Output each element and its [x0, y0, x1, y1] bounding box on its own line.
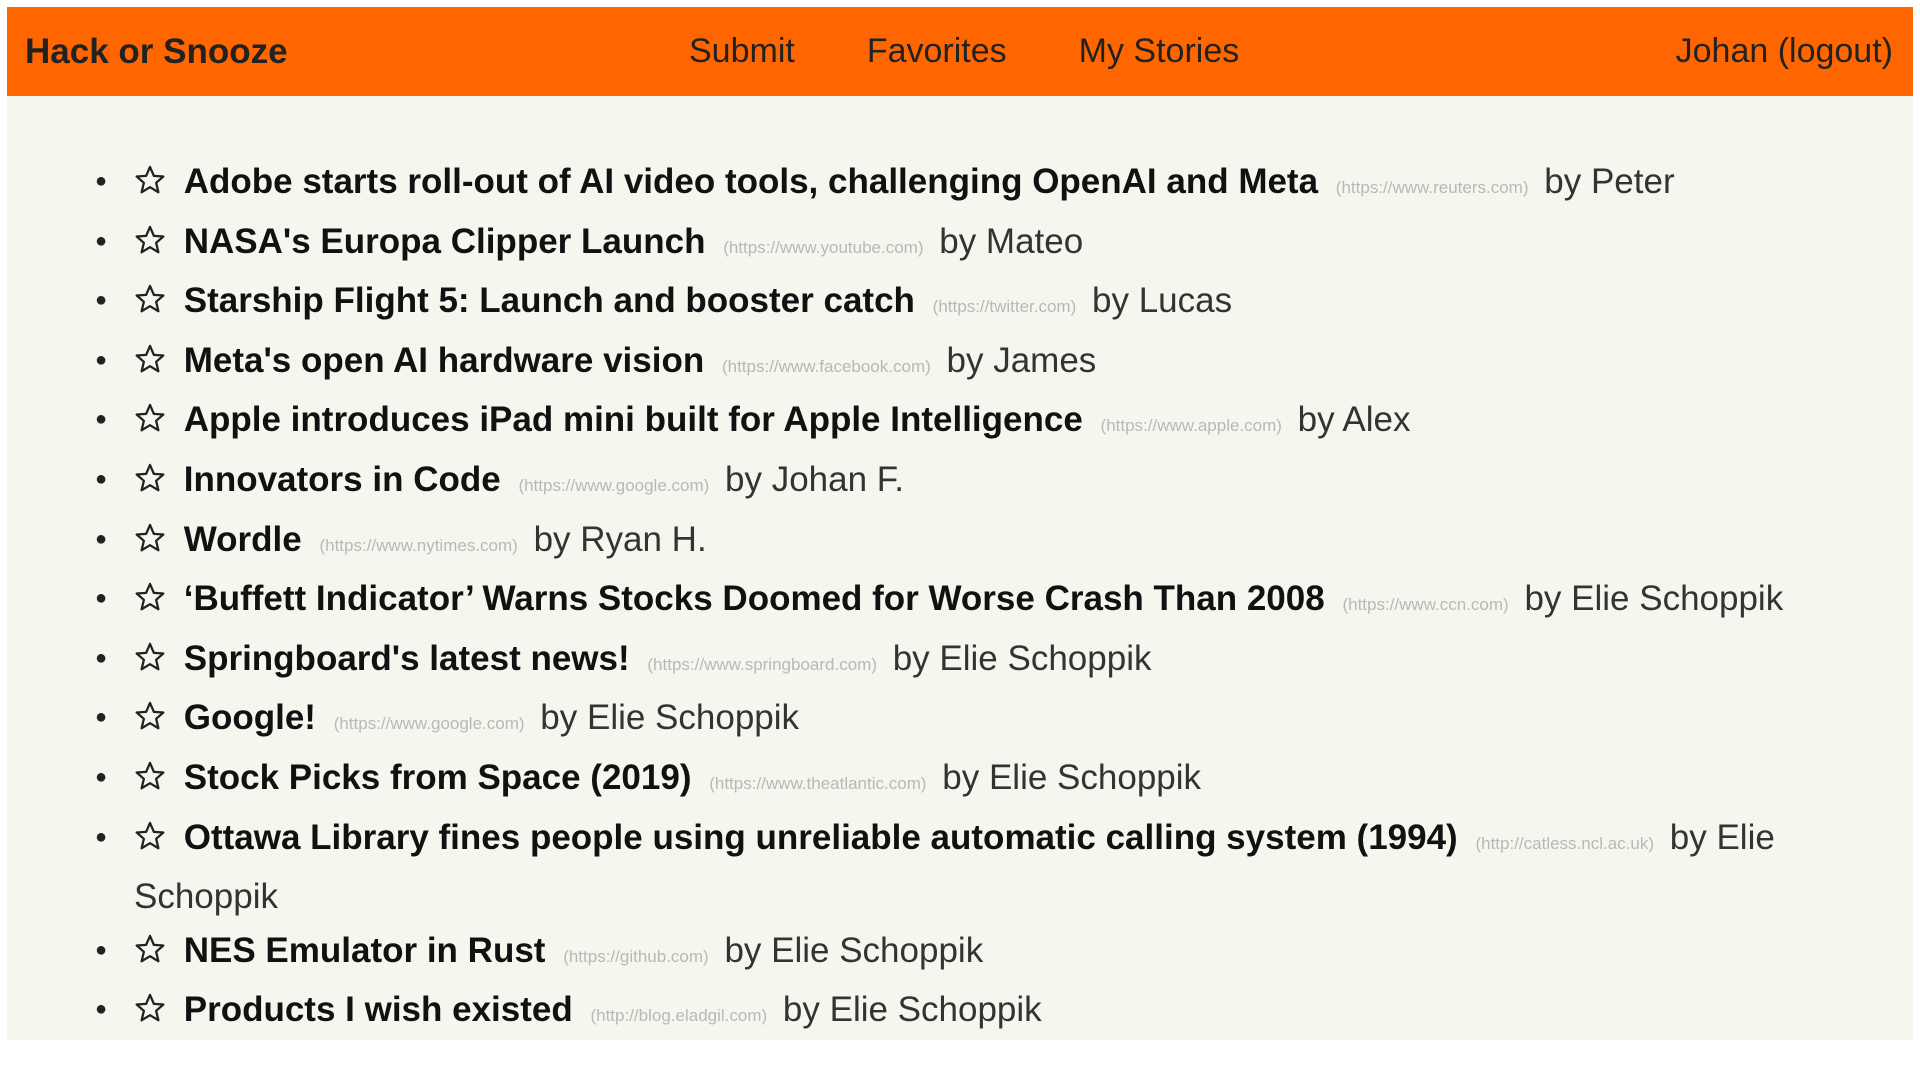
story-hostname: (https://www.youtube.com): [723, 237, 924, 257]
list-bullet: ●: [95, 170, 108, 192]
list-bullet: ●: [95, 467, 108, 490]
star-outline-icon[interactable]: [134, 522, 166, 554]
list-bullet: ●: [95, 587, 108, 610]
story-author: by Elie Schoppik: [782, 990, 1042, 1030]
story-title-link[interactable]: Stock Picks from Space (2019): [184, 758, 692, 797]
story-title-link[interactable]: Springboard's latest news!: [184, 639, 630, 678]
star-outline-icon[interactable]: [134, 283, 166, 315]
story-hostname: (https://www.ccn.com): [1342, 595, 1509, 615]
story-title-link[interactable]: Meta's open AI hardware vision: [184, 341, 705, 380]
star-outline-icon[interactable]: [134, 402, 166, 434]
brand-link[interactable]: Hack or Snooze: [25, 7, 288, 96]
story-hostname: (http://catless.ncl.ac.uk): [1475, 833, 1655, 853]
nav-submit-link[interactable]: Submit: [689, 7, 795, 96]
story-title-link[interactable]: Wordle: [184, 520, 302, 559]
star-outline-icon[interactable]: [134, 933, 166, 965]
story-title-link[interactable]: Starship Flight 5: Launch and booster ca…: [184, 281, 915, 320]
list-bullet: ●: [95, 527, 108, 550]
star-outline-icon[interactable]: [134, 760, 166, 792]
star-outline-icon[interactable]: [134, 343, 166, 375]
story-title-link[interactable]: Ottawa Library fines people using unreli…: [184, 818, 1458, 857]
story-item: ● Google! (https://www.google.com) by El…: [95, 691, 1877, 751]
story-title-link[interactable]: Apple introduces iPad mini built for App…: [184, 400, 1083, 439]
story-item: ● Wordle (https://www.nytimes.com) by Ry…: [95, 513, 1877, 573]
story-item: ● Springboard's latest news! (https://ww…: [95, 632, 1877, 692]
story-author: by Johan F.: [725, 459, 905, 499]
list-bullet: ●: [95, 646, 108, 669]
list-bullet: ●: [95, 938, 108, 961]
list-bullet: ●: [95, 998, 108, 1021]
story-item: ● NES Emulator in Rust (https://github.c…: [95, 924, 1877, 984]
app-container: Hack or Snooze Submit Favorites My Stori…: [7, 7, 1913, 1040]
story-item: ● Products I wish existed (http://blog.e…: [95, 983, 1877, 1043]
list-bullet: ●: [95, 289, 108, 312]
story-title-link[interactable]: NES Emulator in Rust: [184, 931, 546, 970]
star-outline-icon[interactable]: [134, 700, 166, 732]
list-bullet: ●: [95, 825, 108, 848]
story-hostname: (https://www.google.com): [333, 714, 525, 734]
story-hostname: (https://github.com): [563, 946, 709, 966]
story-hostname: (https://www.facebook.com): [721, 356, 931, 376]
story-author: by Lucas: [1092, 281, 1233, 321]
story-item: ● Stock Picks from Space (2019) (https:/…: [95, 751, 1877, 811]
user-logout-link[interactable]: Johan (logout): [1676, 7, 1893, 96]
star-outline-icon[interactable]: [134, 581, 166, 613]
story-hostname: (https://www.nytimes.com): [319, 535, 518, 555]
story-author: by Elie Schoppik: [724, 930, 984, 970]
story-item: ● Apple introduces iPad mini built for A…: [95, 393, 1877, 453]
story-item: ● Meta's open AI hardware vision (https:…: [95, 334, 1877, 394]
list-bullet: ●: [95, 706, 108, 729]
story-author: by Elie Schoppik: [1524, 579, 1784, 619]
star-outline-icon[interactable]: [134, 462, 166, 494]
story-title-link[interactable]: ‘Buffett Indicator’ Warns Stocks Doomed …: [184, 579, 1325, 618]
star-outline-icon[interactable]: [134, 992, 166, 1024]
story-item: ● Ottawa Library fines people using unre…: [95, 811, 1877, 924]
story-title-link[interactable]: Products I wish existed: [184, 990, 573, 1029]
story-author: by James: [946, 340, 1097, 380]
story-title-link[interactable]: NASA's Europa Clipper Launch: [184, 222, 706, 261]
story-hostname: (https://www.google.com): [518, 475, 710, 495]
story-author: by Mateo: [939, 221, 1084, 261]
story-title-link[interactable]: Adobe starts roll-out of AI video tools,…: [184, 162, 1318, 201]
story-hostname: (https://www.apple.com): [1100, 416, 1282, 436]
story-author: by Elie Schoppik: [892, 638, 1152, 678]
story-hostname: (https://twitter.com): [932, 297, 1077, 317]
story-author: by Elie Schoppik: [540, 698, 800, 738]
list-bullet: ●: [95, 348, 108, 371]
story-title-link[interactable]: Google!: [184, 698, 316, 737]
story-author: by Ryan H.: [533, 519, 707, 559]
story-item: ● Starship Flight 5: Launch and booster …: [95, 274, 1877, 334]
star-outline-icon[interactable]: [134, 820, 166, 852]
story-hostname: (https://www.reuters.com): [1335, 178, 1529, 197]
list-bullet: ●: [95, 765, 108, 788]
stories-list: ● Adobe starts roll-out of AI video tool…: [95, 155, 1877, 1043]
star-outline-icon[interactable]: [134, 164, 166, 196]
story-author: by Elie Schoppik: [942, 757, 1202, 797]
nav-my-stories-link[interactable]: My Stories: [1079, 7, 1240, 96]
story-title-link[interactable]: Innovators in Code: [184, 460, 501, 499]
story-item: ● Adobe starts roll-out of AI video tool…: [95, 155, 1877, 215]
star-outline-icon[interactable]: [134, 641, 166, 673]
story-author: by Alex: [1297, 400, 1411, 440]
story-author: by Peter: [1544, 162, 1675, 201]
story-hostname: (http://blog.eladgil.com): [590, 1006, 768, 1026]
story-item: ● ‘Buffett Indicator’ Warns Stocks Doome…: [95, 572, 1877, 632]
list-bullet: ●: [95, 229, 108, 252]
story-item: ● NASA's Europa Clipper Launch (https://…: [95, 215, 1877, 275]
navbar: Hack or Snooze Submit Favorites My Stori…: [7, 7, 1913, 96]
star-outline-icon[interactable]: [134, 224, 166, 256]
story-item: ● Innovators in Code (https://www.google…: [95, 453, 1877, 513]
nav-favorites-link[interactable]: Favorites: [867, 7, 1007, 96]
story-hostname: (https://www.springboard.com): [647, 654, 877, 674]
nav-links: Submit Favorites My Stories: [689, 7, 1239, 96]
list-bullet: ●: [95, 408, 108, 431]
story-hostname: (https://www.theatlantic.com): [709, 773, 927, 793]
